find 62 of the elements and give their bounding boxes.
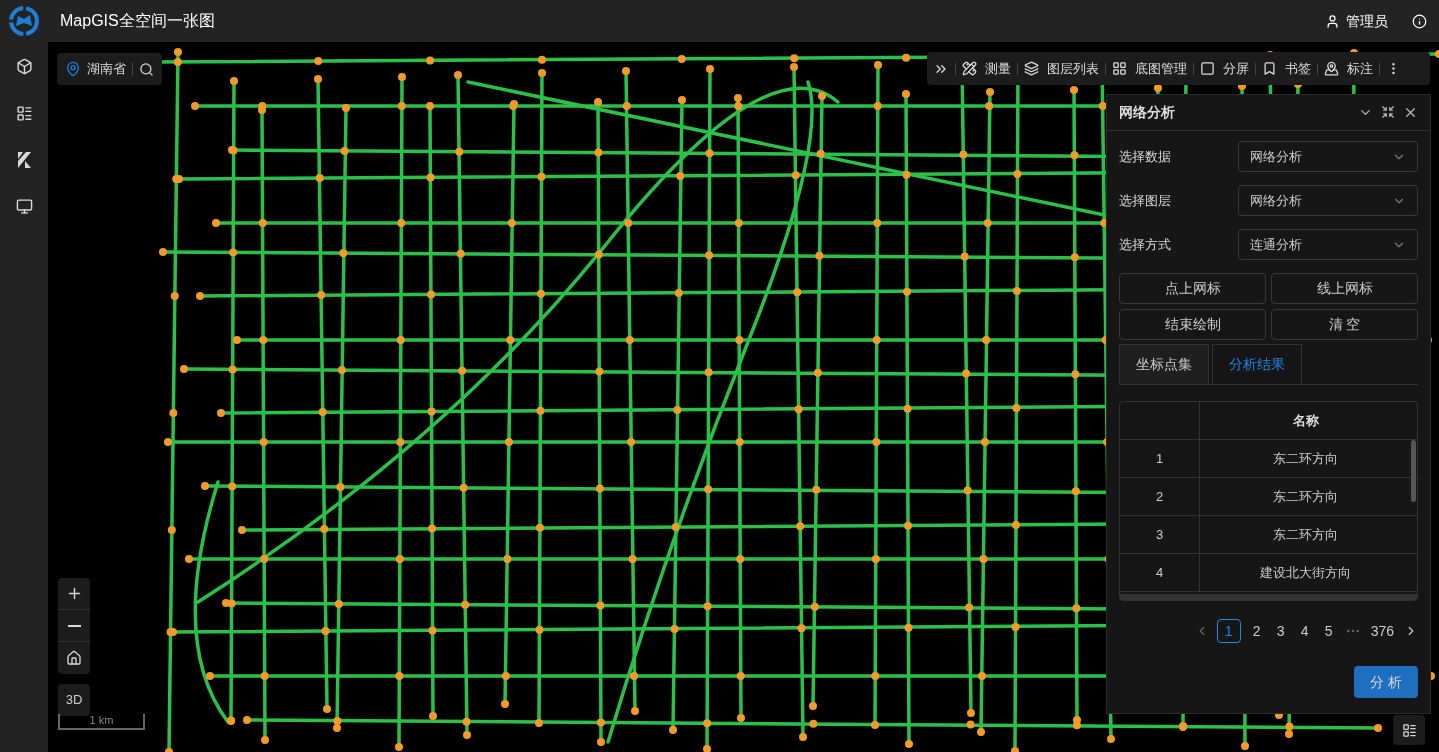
user-menu[interactable]: 管理员 [1325,10,1388,32]
k-shape-icon[interactable] [16,152,32,168]
select-field[interactable]: 连通分析 [1238,229,1418,260]
select-field[interactable]: 网络分析 [1238,185,1418,216]
page-number[interactable]: 376 [1368,619,1396,643]
location-pin-icon [65,61,81,77]
page-number[interactable]: 4 [1296,619,1313,643]
region-selector[interactable]: 湖南省 [87,59,126,79]
panel-tab[interactable]: 坐标点集 [1119,344,1209,384]
table-cell-text: 东二环方向 [1273,487,1338,506]
cube-icon[interactable] [15,58,33,75]
toolbar-icon [1200,61,1215,76]
list-icon [1401,722,1417,738]
toolbar-button[interactable]: 图层列表 [1024,58,1099,79]
field-label: 选择数据 [1119,147,1171,166]
close-icon[interactable] [1403,105,1418,120]
toolbar-icon [962,61,977,76]
toolbar-icon [1112,61,1127,76]
page-number[interactable]: 5 [1320,619,1337,643]
action-button[interactable]: 清 空 [1271,309,1418,340]
panel-title: 网络分析 [1119,103,1175,122]
app-title: MapGIS全空间一张图 [60,11,215,31]
action-button[interactable]: 结束绘制 [1119,309,1266,340]
panel-tab[interactable]: 分析结果 [1212,344,1302,384]
select-field[interactable]: 网络分析 [1238,141,1418,172]
toolbar-icon [1324,61,1339,76]
row-number: 1 [1155,449,1164,468]
action-button[interactable]: 点上网标 [1119,273,1266,304]
field-label: 选择图层 [1119,191,1171,210]
toolbar-button[interactable]: 测量 [962,58,1011,79]
app-logo-icon [8,5,40,37]
layout-toggle-button[interactable] [1393,715,1425,745]
minus-icon [67,624,81,627]
row-number: 3 [1155,525,1164,544]
row-number: 2 [1155,487,1164,506]
toolbar-icon [1262,61,1277,76]
list-icon[interactable] [15,105,33,122]
shrink-icon[interactable] [1381,105,1395,119]
toolbar-icon [1024,61,1039,76]
analyze-button[interactable]: 分 析 [1354,666,1418,698]
column-header: 名称 [1292,411,1319,430]
search-icon[interactable] [139,61,154,77]
toolbar-button[interactable]: 底图管理 [1112,58,1187,79]
monitor-icon[interactable] [15,198,33,215]
page-number[interactable]: 1 [1216,619,1241,643]
toolbar-button[interactable]: 书签 [1262,58,1311,79]
scale-label: 1 km [89,714,114,728]
row-number: 4 [1155,563,1164,582]
toolbar-button[interactable]: 标注 [1324,58,1373,79]
user-icon [1325,13,1340,29]
scrollbar-thumb [1411,440,1416,502]
field-label: 选择方式 [1119,235,1171,254]
home-icon [66,650,82,666]
action-button[interactable]: 线上网标 [1271,273,1418,304]
page-number[interactable]: 3 [1272,619,1289,643]
toolbar-button[interactable]: 分屏 [1200,58,1249,79]
table-cell-text: 东二环方向 [1273,449,1338,468]
table-cell-text: 东二环方向 [1273,525,1338,544]
table-cell-text: 建设北大街方向 [1260,563,1351,582]
info-icon[interactable] [1412,13,1427,29]
view-mode-button[interactable]: 3D [58,684,90,716]
page-number[interactable]: 2 [1248,619,1265,643]
